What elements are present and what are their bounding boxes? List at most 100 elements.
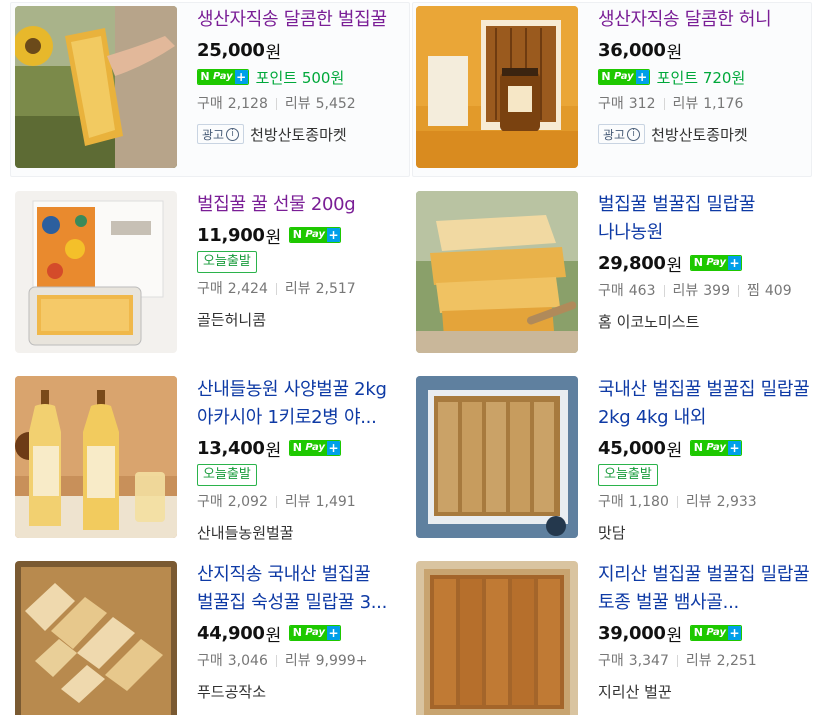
currency-unit: 원 <box>265 440 282 461</box>
point-reward: 포인트 720원 <box>656 68 746 87</box>
product-image[interactable] <box>15 191 177 353</box>
product-image[interactable] <box>416 561 578 715</box>
reviews-label[interactable]: 리뷰 <box>686 488 712 516</box>
naver-pay-badge[interactable]: N Pay + <box>197 69 249 85</box>
product-image[interactable] <box>15 376 177 538</box>
divider <box>663 98 665 110</box>
purchases-count: 2,092 <box>227 494 268 510</box>
naver-n-icon: N <box>691 626 706 640</box>
honey-bottles-photo <box>15 376 177 538</box>
pay-label: Pay <box>705 441 728 455</box>
seller-name[interactable]: 푸드공작소 <box>197 681 266 702</box>
product-title-link[interactable]: 벌집꿀 꿀 선물 200g <box>197 191 419 219</box>
purchases-label: 구매 <box>598 283 624 299</box>
product-title-link[interactable]: 지리산 벌집꿀 벌꿀집 밀랍꿀 토종 벌꿀 뱀사골... <box>598 561 820 617</box>
currency-unit: 원 <box>265 227 282 248</box>
reviews-label[interactable]: 리뷰 <box>285 90 311 118</box>
reviews-count[interactable]: 2,517 <box>316 275 356 303</box>
product-stats: 구매 2,424 리뷰 2,517 <box>197 275 419 303</box>
info-icon: i <box>627 127 641 141</box>
today-shipping-badge: 오늘출발 <box>197 464 257 486</box>
plus-icon: + <box>635 70 649 84</box>
purchases-count: 3,046 <box>227 653 268 669</box>
divider <box>738 285 739 297</box>
product-stats: 구매 312 리뷰 1,176 <box>598 90 820 118</box>
seller-name[interactable]: 지리산 벌꾼 <box>598 681 672 702</box>
product-stats: 구매 3,347 리뷰 2,251 <box>598 647 820 675</box>
naver-pay-badge[interactable]: N Pay + <box>598 69 650 85</box>
purchases-count: 2,424 <box>227 281 268 297</box>
naver-pay-badge[interactable]: N Pay + <box>690 625 742 641</box>
seller-name[interactable]: 천방산토종마켓 <box>651 124 748 145</box>
product-image[interactable] <box>416 376 578 538</box>
product-title-link[interactable]: 생산자직송 달콤한 허니 <box>598 6 820 34</box>
purchases-count: 3,347 <box>628 653 669 669</box>
reviews-count[interactable]: 5,452 <box>316 90 356 118</box>
naver-n-icon: N <box>290 626 305 640</box>
naver-n-icon: N <box>198 70 212 84</box>
wishes-label[interactable]: 찜 <box>747 277 760 305</box>
reviews-label[interactable]: 리뷰 <box>285 647 311 675</box>
ad-badge[interactable]: 광고 i <box>598 124 646 144</box>
product-stats: 구매 2,128 리뷰 5,452 <box>197 90 419 118</box>
purchases-label: 구매 <box>197 96 223 112</box>
product-stats: 구매 1,180 리뷰 2,933 <box>598 488 820 516</box>
naver-pay-badge[interactable]: N Pay + <box>289 625 341 641</box>
wishes-count[interactable]: 409 <box>765 277 792 305</box>
reviews-count[interactable]: 1,491 <box>316 488 356 516</box>
pay-label: Pay <box>304 441 327 455</box>
purchases-count: 463 <box>628 283 656 299</box>
product-title-link[interactable]: 국내산 벌집꿀 벌꿀집 밀랍꿀 2kg 4kg 내외 <box>598 376 820 432</box>
product-title-link[interactable]: 산지직송 국내산 벌집꿀 벌꿀집 숙성꿀 밀랍꿀 3... <box>197 561 419 617</box>
naver-pay-badge[interactable]: N Pay + <box>690 440 742 456</box>
reviews-count[interactable]: 1,176 <box>703 90 743 118</box>
product-title-link[interactable]: 생산자직송 달콤한 벌집꿀 <box>197 6 419 34</box>
honeycomb-tray-photo <box>15 561 177 715</box>
ad-badge[interactable]: 광고 i <box>197 124 245 144</box>
seller-name[interactable]: 홈 이코노미스트 <box>598 311 699 332</box>
naver-n-icon: N <box>691 441 706 455</box>
product-image[interactable] <box>15 6 177 168</box>
reviews-label[interactable]: 리뷰 <box>673 277 699 305</box>
plus-icon: + <box>326 441 340 455</box>
reviews-label[interactable]: 리뷰 <box>285 275 311 303</box>
reviews-count[interactable]: 2,933 <box>717 488 757 516</box>
honeycomb-hand-photo <box>15 6 177 168</box>
currency-unit: 원 <box>666 42 683 63</box>
pay-label: Pay <box>212 70 235 84</box>
reviews-count[interactable]: 9,999+ <box>316 647 368 675</box>
product-title-link[interactable]: 산내들농원 사양벌꿀 2kg 아카시아 1키로2병 야... <box>197 376 419 432</box>
seller-name[interactable]: 천방산토종마켓 <box>250 124 347 145</box>
purchases-label: 구매 <box>197 281 223 297</box>
price: 44,900 <box>197 622 265 644</box>
info-icon: i <box>226 127 240 141</box>
today-shipping-badge: 오늘출발 <box>197 251 257 273</box>
currency-unit: 원 <box>265 625 282 646</box>
reviews-label[interactable]: 리뷰 <box>673 90 699 118</box>
naver-pay-badge[interactable]: N Pay + <box>690 255 742 271</box>
product-stats: 구매 463 리뷰 399 찜 409 <box>598 277 820 305</box>
purchases-count: 2,128 <box>227 96 268 112</box>
wooden-frame-honeycomb-photo <box>416 561 578 715</box>
seller-name[interactable]: 맛담 <box>598 522 626 543</box>
seller-name[interactable]: 산내들농원벌꿀 <box>197 522 294 543</box>
ad-label: 광고 <box>202 127 225 142</box>
reviews-label[interactable]: 리뷰 <box>686 647 712 675</box>
pay-label: Pay <box>705 256 728 270</box>
reviews-label[interactable]: 리뷰 <box>285 488 311 516</box>
seller-name[interactable]: 골든허니콤 <box>197 309 266 330</box>
naver-pay-badge[interactable]: N Pay + <box>289 227 341 243</box>
reviews-count[interactable]: 2,251 <box>717 647 757 675</box>
reviews-count[interactable]: 399 <box>703 277 730 305</box>
purchases-label: 구매 <box>598 96 624 112</box>
product-image[interactable] <box>15 561 177 715</box>
product-title-link[interactable]: 벌집꿀 벌꿀집 밀랍꿀 나나농원 <box>598 191 820 247</box>
product-image[interactable] <box>416 6 578 168</box>
pay-label: Pay <box>304 228 327 242</box>
naver-n-icon: N <box>290 441 305 455</box>
naver-pay-badge[interactable]: N Pay + <box>289 440 341 456</box>
plus-icon: + <box>326 626 340 640</box>
gift-box-photo <box>15 191 177 353</box>
pay-label: Pay <box>304 626 327 640</box>
product-image[interactable] <box>416 191 578 353</box>
